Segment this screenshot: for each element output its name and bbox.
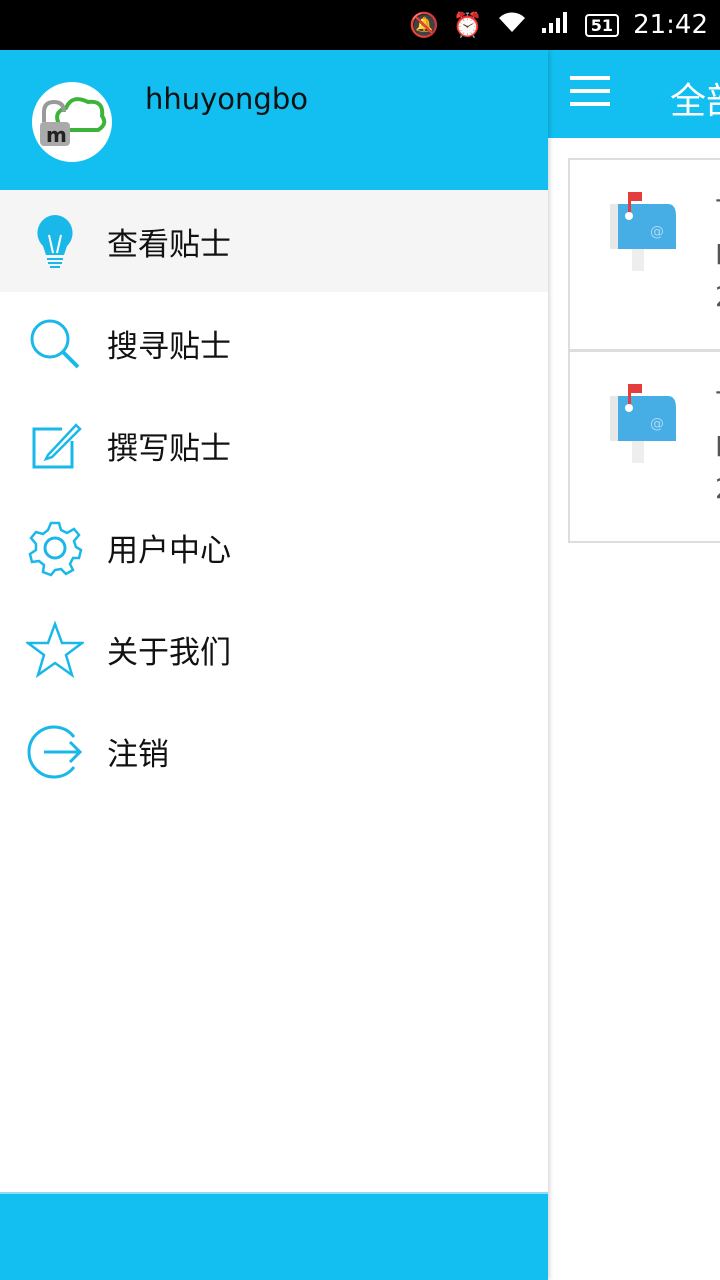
drawer-footer [0,1192,548,1280]
avatar[interactable]: m [32,82,112,162]
star-icon [26,621,84,679]
app-bar: 全部 [548,50,720,138]
svg-text:@: @ [650,416,664,432]
mailbox-icon: @ [610,192,676,271]
drawer-header: m hhuyongbo [0,50,548,190]
lightbulb-icon [37,215,73,268]
wifi-icon [497,10,527,40]
drawer-item-logout[interactable]: 注销 [0,700,548,802]
drawer-item-user-center[interactable]: 用户中心 [0,496,548,598]
main-content: 全部 @ - B 2 @ - B 2 [548,50,720,1280]
clock: 21:42 [633,10,708,40]
svg-text:m: m [46,123,67,147]
drawer-item-view-tips[interactable]: 查看贴士 [0,190,548,292]
mailbox-icon: @ [610,384,676,463]
signal-icon [541,10,571,40]
mute-icon: 🔕 [409,11,439,39]
drawer-item-write-tip[interactable]: 撰写贴士 [0,394,548,496]
alarm-icon: ⏰ [452,11,483,39]
drawer-item-about-us[interactable]: 关于我们 [0,598,548,700]
page-title: 全部 [670,81,720,122]
edit-icon [32,423,82,469]
status-bar: 🔕 ⏰ 51 21:42 [0,0,720,50]
username: hhuyongbo [145,82,308,116]
drawer-item-search-tips[interactable]: 搜寻贴士 [0,292,548,394]
battery-indicator: 51 [584,13,620,37]
logout-icon [27,725,83,779]
list-item[interactable]: @ - B 2 [568,158,720,351]
menu-icon[interactable] [570,76,610,106]
navigation-drawer: m hhuyongbo 查看贴士 搜寻贴士 撰写贴士 用户中心 关于我们 注销 [0,50,548,1280]
svg-text:@: @ [650,224,664,240]
search-icon [30,319,80,369]
list-item[interactable]: @ - B 2 [568,350,720,543]
gear-icon [28,521,83,577]
